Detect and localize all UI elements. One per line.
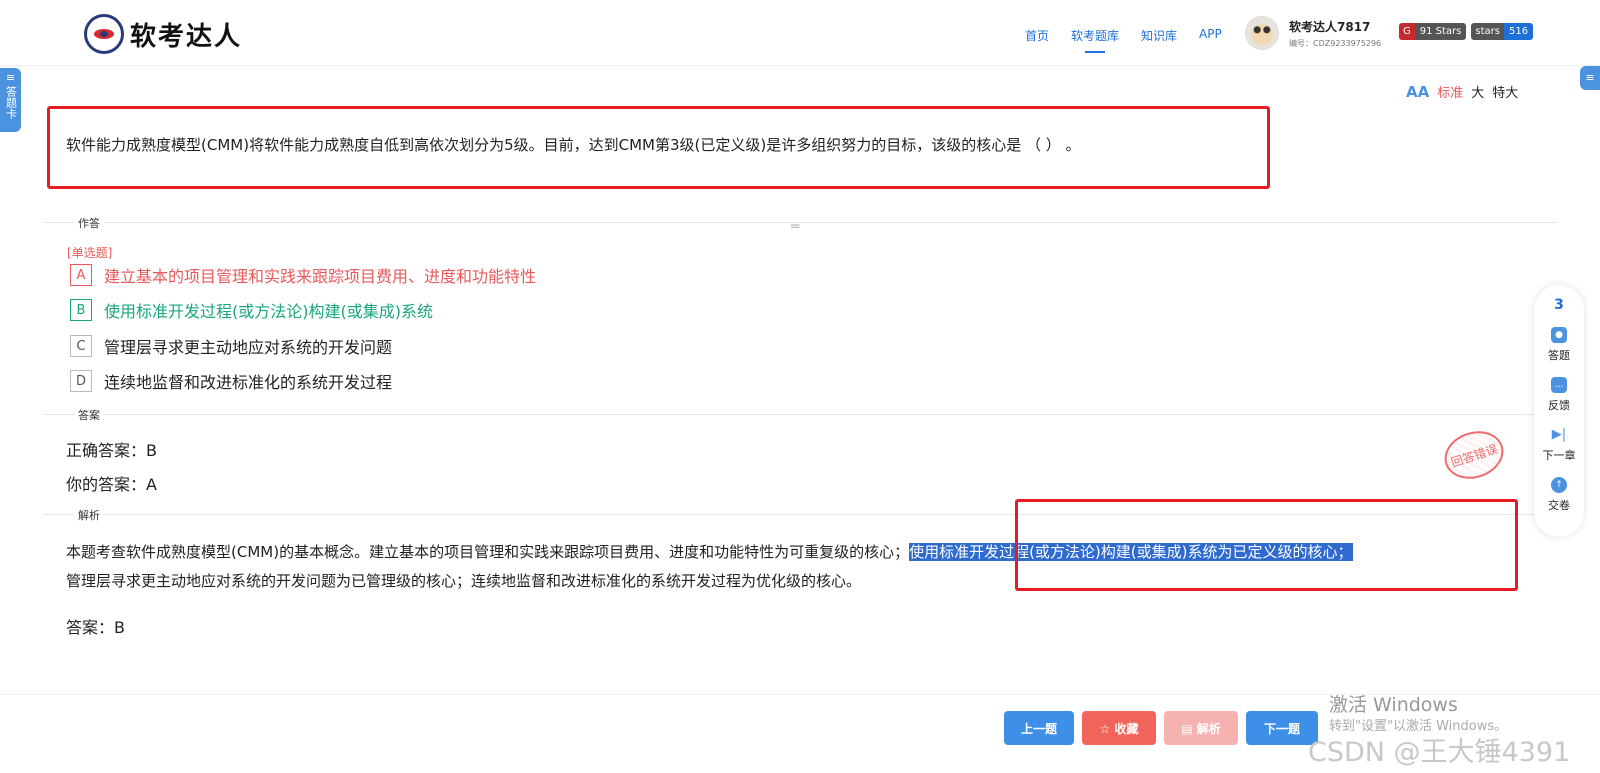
section-label-answer: 答案 xyxy=(75,407,103,423)
font-xlarge[interactable]: 特大 xyxy=(1492,82,1518,101)
font-large[interactable]: 大 xyxy=(1471,82,1484,101)
upload-icon: ↑ xyxy=(1551,477,1567,493)
option-key: C xyxy=(70,335,92,357)
menu-icon: ≡ xyxy=(5,71,16,84)
feedback-icon: … xyxy=(1551,377,1567,393)
option-d[interactable]: D 连续地监督和改进标准化的系统开发过程 xyxy=(70,369,392,393)
nav-question-bank[interactable]: 软考题库 xyxy=(1071,27,1119,53)
gitee-icon: G xyxy=(1399,23,1415,40)
nav-knowledge[interactable]: 知识库 xyxy=(1141,27,1177,44)
wrong-answer-stamp: 回答错误 xyxy=(1438,423,1510,487)
font-size-icon: AA xyxy=(1406,82,1430,101)
divider xyxy=(43,222,1558,223)
option-c[interactable]: C 管理层寻求更主动地应对系统的开发问题 xyxy=(70,334,392,358)
option-b[interactable]: B 使用标准开发过程(或方法论)构建(或集成)系统 xyxy=(70,298,433,322)
option-a[interactable]: A 建立基本的项目管理和实践来跟踪项目费用、进度和功能特性 xyxy=(70,263,536,287)
github-stars-badge[interactable]: stars 516 xyxy=(1471,23,1534,40)
floating-tool-panel: 3 ● 答题 … 反馈 ▶| 下一章 ↑ 交卷 xyxy=(1534,285,1584,537)
float-submit-label: 交卷 xyxy=(1548,499,1570,512)
gitee-stars-badge[interactable]: G 91 Stars xyxy=(1399,23,1467,40)
drag-handle-icon[interactable]: ═ xyxy=(791,219,799,235)
float-next-chapter-label: 下一章 xyxy=(1542,449,1576,462)
option-key: B xyxy=(70,299,92,321)
float-answer-label: 答题 xyxy=(1548,349,1570,362)
font-standard[interactable]: 标准 xyxy=(1437,82,1463,101)
float-feedback[interactable]: … 反馈 xyxy=(1534,377,1584,413)
csdn-watermark: CSDN @王大锤4391 xyxy=(1308,737,1571,768)
divider xyxy=(43,414,1558,415)
section-label-answer-area: 作答 xyxy=(75,215,103,231)
user-id: 编号：CDZ9233975296 xyxy=(1289,38,1382,48)
option-text: 建立基本的项目管理和实践来跟踪项目费用、进度和功能特性 xyxy=(104,267,537,286)
windows-activation-watermark: 激活 Windows xyxy=(1329,694,1458,716)
answer-card-label: 答题卡 xyxy=(4,86,18,119)
your-answer: 你的答案：A xyxy=(66,475,157,494)
analysis-highlight-box xyxy=(1015,499,1518,591)
option-text: 连续地监督和改进标准化的系统开发过程 xyxy=(104,373,393,392)
answer-icon: ● xyxy=(1551,327,1567,343)
float-feedback-label: 反馈 xyxy=(1548,399,1570,412)
star-badges: G 91 Stars stars 516 xyxy=(1399,23,1534,40)
user-profile[interactable]: 软考达人7817 编号：CDZ9233975296 xyxy=(1245,16,1381,50)
logo-text: 软考达人 xyxy=(130,21,243,52)
skip-next-icon: ▶| xyxy=(1551,427,1567,442)
question-text: 软件能力成熟度模型(CMM)将软件能力成熟度自低到高依次划分为5级。目前，达到C… xyxy=(66,136,1081,154)
right-menu-tab[interactable]: ≡ xyxy=(1580,66,1600,90)
menu-icon: ≡ xyxy=(1585,71,1595,84)
float-submit[interactable]: ↑ 交卷 xyxy=(1534,477,1584,513)
explanation-button[interactable]: ▤ 解析 xyxy=(1164,711,1238,745)
avatar[interactable] xyxy=(1245,16,1279,50)
logo-icon xyxy=(84,14,124,54)
github-stars-count: 516 xyxy=(1503,23,1534,40)
main-nav: 首页 软考题库 知识库 APP xyxy=(1025,27,1222,53)
option-text: 管理层寻求更主动地应对系统的开发问题 xyxy=(104,338,393,357)
float-next-chapter[interactable]: ▶| 下一章 xyxy=(1534,427,1584,463)
float-answer[interactable]: ● 答题 xyxy=(1534,327,1584,363)
top-header: 软考达人 首页 软考题库 知识库 APP 软考达人7817 编号：CDZ9233… xyxy=(0,0,1600,66)
question-type: [单选题] xyxy=(67,246,113,260)
answer-card-tab[interactable]: ≡ 答题卡 xyxy=(0,68,21,132)
option-text: 使用标准开发过程(或方法论)构建(或集成)系统 xyxy=(104,302,433,321)
favorite-button[interactable]: ☆ 收藏 xyxy=(1082,711,1156,745)
nav-app[interactable]: APP xyxy=(1199,27,1222,44)
user-name: 软考达人7817 xyxy=(1289,19,1371,34)
option-key: D xyxy=(70,370,92,392)
github-icon: stars xyxy=(1471,23,1504,40)
gitee-stars-count: 91 Stars xyxy=(1414,23,1467,40)
correct-answer: 正确答案：B xyxy=(66,441,157,460)
site-logo[interactable]: 软考达人 xyxy=(84,14,242,54)
nav-home[interactable]: 首页 xyxy=(1025,27,1049,44)
analysis-text-part: 管理层寻求更主动地应对系统的开发问题为已管理级的核心；连续地监督和改进标准化的系… xyxy=(66,572,862,590)
section-label-analysis: 解析 xyxy=(75,507,103,523)
question-count: 3 xyxy=(1554,297,1564,313)
prev-question-button[interactable]: 上一题 xyxy=(1004,711,1074,745)
font-size-switcher: AA 标准 大 特大 xyxy=(1406,82,1518,102)
final-answer: 答案：B xyxy=(66,618,125,637)
option-key: A xyxy=(70,264,92,286)
analysis-text-part: 本题考查软件成熟度模型(CMM)的基本概念。建立基本的项目管理和实践来跟踪项目费… xyxy=(66,543,910,561)
